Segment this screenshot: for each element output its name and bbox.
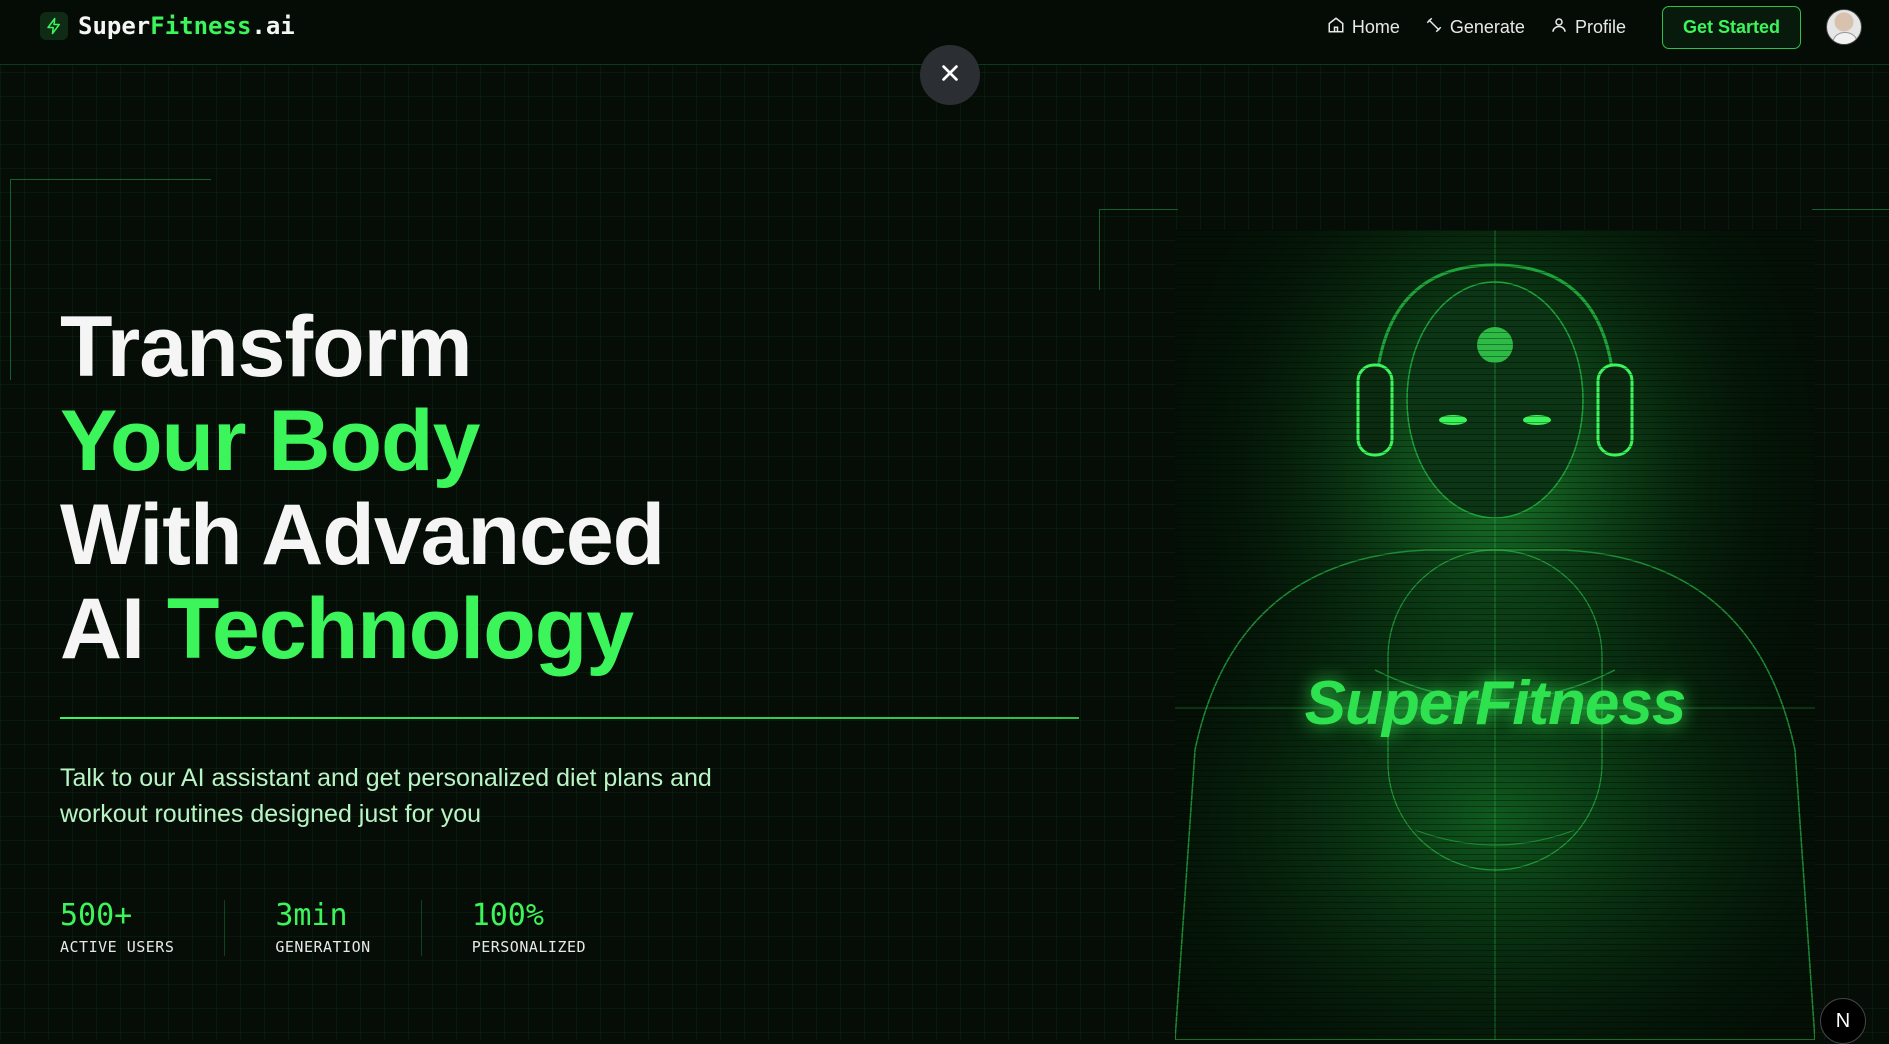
stat-users: 500+ ACTIVE USERS (60, 898, 226, 956)
nav-profile-label: Profile (1574, 16, 1626, 37)
corner-bracket-far-right (1812, 209, 1889, 211)
main-nav: Home Generate Profile Get Started (1327, 0, 1889, 54)
get-started-button[interactable]: Get Started (1661, 5, 1801, 49)
stat-label: PERSONALIZED (471, 938, 587, 956)
hero-line-3: With Advanced (60, 487, 665, 583)
corner-bracket-right (1099, 209, 1178, 290)
stat-label: GENERATION (275, 938, 371, 956)
hero-subtitle: Talk to our AI assistant and get persona… (60, 764, 712, 828)
stat-value: 3min (275, 898, 348, 933)
hero-line-1: Transform (60, 299, 473, 395)
nav-generate[interactable]: Generate (1425, 16, 1525, 39)
dumbbell-icon (1425, 16, 1443, 39)
stat-value: 100% (471, 898, 544, 933)
dev-badge[interactable]: N (1820, 998, 1866, 1044)
stat-generation: 3min GENERATION (275, 898, 422, 956)
stat-label: ACTIVE USERS (60, 938, 175, 956)
hero-image: SuperFitness (1175, 230, 1815, 1040)
stats-row: 500+ ACTIVE USERS 3min GENERATION 100% P… (60, 900, 686, 956)
brand-name: SuperFitness.ai (78, 12, 295, 40)
stat-value: 500+ (60, 898, 133, 933)
hero-image-brand-text: SuperFitness (1304, 669, 1687, 738)
nav-generate-label: Generate (1449, 16, 1525, 37)
avatar[interactable] (1826, 9, 1862, 45)
close-button[interactable] (920, 45, 980, 105)
hero-heading: Transform Your Body With Advanced AI Tec… (60, 299, 665, 677)
hero-line-4: AI Technology (60, 581, 634, 677)
close-icon (939, 62, 961, 88)
stat-personalized: 100% PERSONALIZED (471, 898, 636, 957)
brand-logo[interactable]: SuperFitness.ai (40, 12, 295, 40)
hero-divider (60, 717, 1079, 719)
scanline-overlay (1175, 230, 1815, 1040)
home-icon (1327, 16, 1345, 39)
nav-profile[interactable]: Profile (1550, 16, 1626, 39)
nav-home-label: Home (1351, 16, 1400, 37)
nav-home[interactable]: Home (1327, 16, 1400, 39)
hero-line-2: Your Body (60, 393, 480, 489)
lightning-icon (40, 12, 68, 40)
user-icon (1550, 16, 1568, 39)
